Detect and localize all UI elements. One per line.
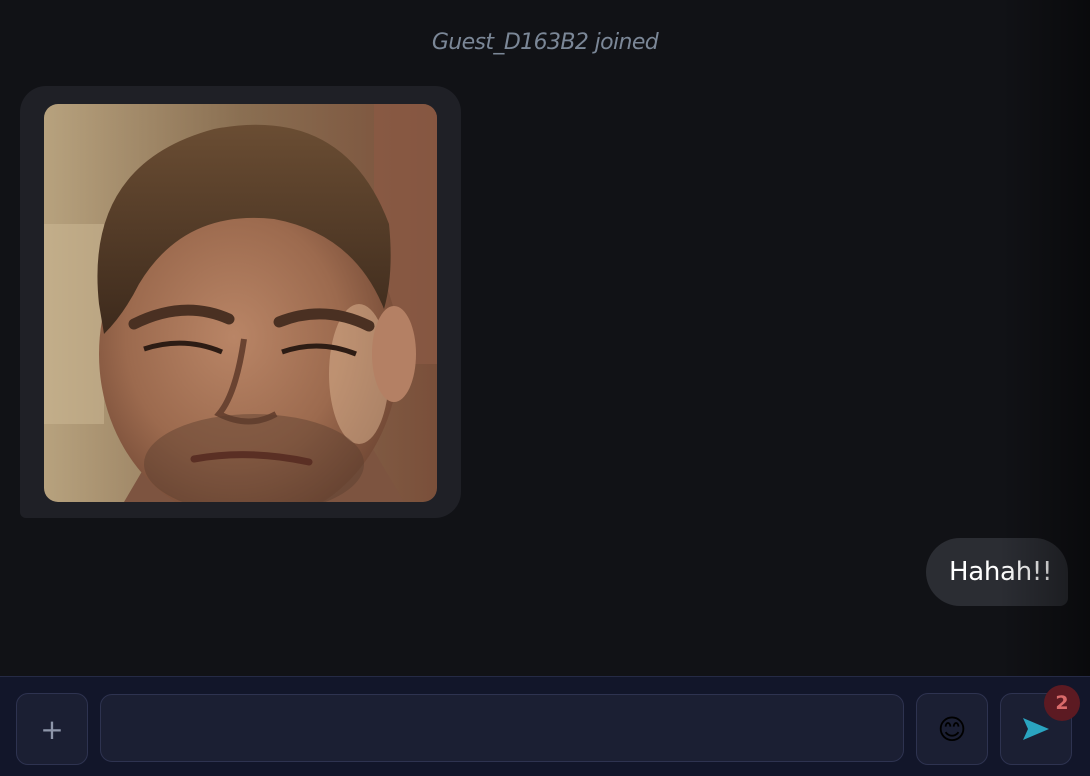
message-input[interactable] — [100, 694, 904, 762]
send-arrow-icon — [1023, 718, 1049, 740]
attach-button[interactable]: + — [16, 693, 88, 765]
shared-photo[interactable] — [44, 104, 437, 502]
emoji-button[interactable]: 😊 — [916, 693, 988, 765]
smiley-icon: 😊 — [937, 712, 967, 746]
image-message-bubble[interactable] — [20, 86, 461, 518]
system-join-message: Guest_D163B2 joined — [431, 30, 659, 55]
message-composer: + 😊 — [0, 676, 1090, 776]
plus-icon: + — [40, 712, 64, 746]
portrait-image — [44, 104, 437, 502]
message-list[interactable]: Guest_D163B2 joined Hahah!! — [0, 0, 1090, 676]
own-message-bubble[interactable]: Hahah!! — [926, 538, 1068, 606]
chat-app: Guest_D163B2 joined Hahah!! + 😊 2 — [0, 0, 1090, 776]
unread-count-badge: 2 — [1044, 685, 1080, 721]
message-text: Hahah!! — [949, 557, 1053, 587]
